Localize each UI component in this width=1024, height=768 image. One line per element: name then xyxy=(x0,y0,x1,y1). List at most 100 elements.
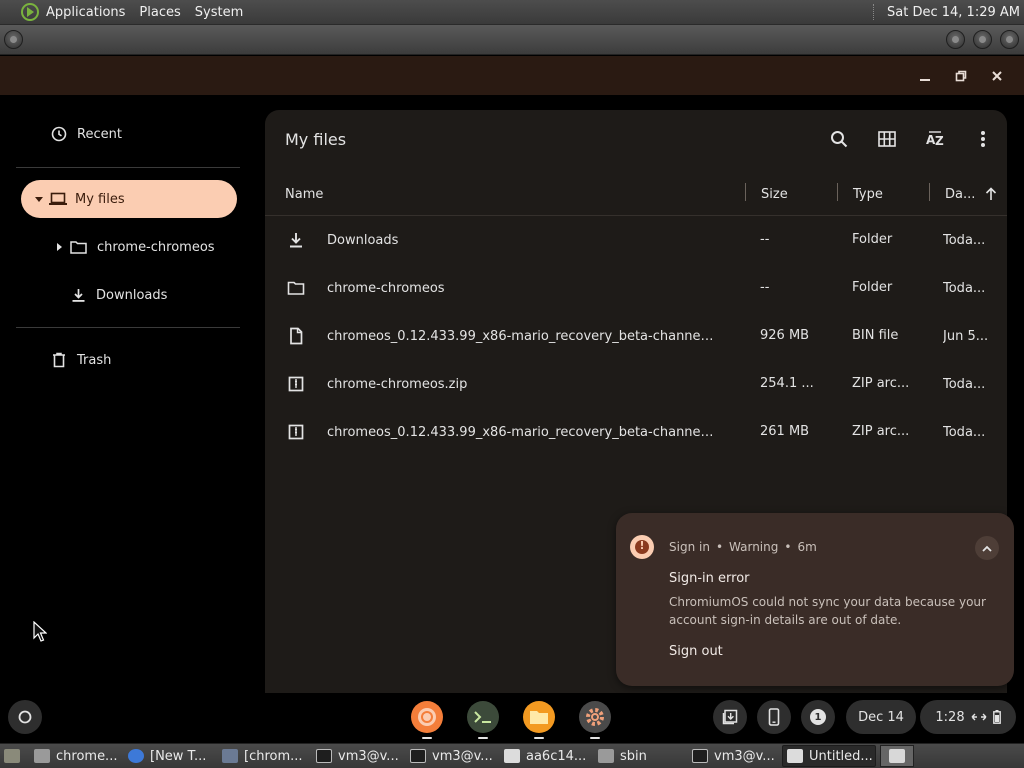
taskbar-item[interactable]: vm3@v... xyxy=(406,745,500,767)
terminal-icon xyxy=(692,749,708,763)
taskbar-item-active[interactable]: Untitled... xyxy=(782,745,876,767)
taskbar-item[interactable]: aa6c14... xyxy=(500,745,594,767)
sidebar-divider xyxy=(16,167,240,168)
app-caption-bar[interactable] xyxy=(0,56,1024,95)
minimize-button[interactable] xyxy=(915,66,935,86)
file-size: 926 MB xyxy=(760,328,810,343)
column-date[interactable]: Da... xyxy=(945,187,975,202)
chevron-up-icon xyxy=(982,545,992,552)
column-resize-handle[interactable] xyxy=(929,183,930,201)
sidebar-item-trash[interactable]: Trash xyxy=(21,341,237,379)
caret-right-icon[interactable] xyxy=(56,243,62,251)
file-date: Jun 5... xyxy=(943,329,989,344)
file-icon xyxy=(290,327,303,345)
file-size: 254.1 ... xyxy=(760,376,814,391)
sidebar-item-recent[interactable]: Recent xyxy=(21,115,237,153)
taskbar-item-label: sbin xyxy=(620,748,647,764)
launcher-circle-icon xyxy=(18,710,32,724)
close-button[interactable] xyxy=(987,66,1007,86)
chromium-icon xyxy=(128,749,144,763)
column-resize-handle[interactable] xyxy=(745,183,746,201)
show-desktop-button[interactable] xyxy=(0,745,30,767)
table-row[interactable]: chrome-chromeos -- Folder Toda... xyxy=(265,265,1007,313)
taskbar-item-label: [New T... xyxy=(150,748,207,764)
taskbar-item-label: vm3@v... xyxy=(338,748,399,764)
taskbar-item[interactable]: vm3@v... xyxy=(688,745,782,767)
restore-button[interactable] xyxy=(951,66,971,86)
collapse-button[interactable] xyxy=(975,536,999,560)
window-menu-button[interactable] xyxy=(4,30,23,49)
outer-window-titlebar[interactable] xyxy=(0,25,1024,55)
column-type[interactable]: Type xyxy=(853,187,883,202)
file-type: BIN file xyxy=(852,328,899,343)
sidebar-item-downloads[interactable]: Downloads xyxy=(21,276,237,314)
grid-view-button[interactable] xyxy=(874,126,900,152)
table-row[interactable]: Downloads -- Folder Toda... xyxy=(265,217,1007,265)
page-title: My files xyxy=(285,130,347,149)
column-size[interactable]: Size xyxy=(761,187,788,202)
notification-bullet: • xyxy=(784,540,792,554)
menu-system[interactable]: System xyxy=(195,5,243,20)
sidebar-item-label: My files xyxy=(75,191,125,207)
search-icon xyxy=(831,131,848,148)
column-resize-handle[interactable] xyxy=(837,183,838,201)
sidebar-item-label: Downloads xyxy=(96,287,168,303)
sidebar-item-chrome-chromeos[interactable]: chrome-chromeos xyxy=(21,228,237,266)
column-name[interactable]: Name xyxy=(285,187,323,202)
launcher-button[interactable] xyxy=(8,700,42,734)
taskbar-item[interactable]: vm3@v... xyxy=(312,745,406,767)
terminal-app-icon[interactable] xyxy=(467,701,499,733)
grid-view-icon xyxy=(878,131,896,147)
outer-maximize-button[interactable] xyxy=(973,30,992,49)
folder-icon xyxy=(598,749,614,763)
taskbar-item[interactable]: [New T... xyxy=(124,745,218,767)
sort-button[interactable]: A Z xyxy=(922,126,948,152)
panel-clock[interactable]: Sat Dec 14, 1:29 AM xyxy=(887,5,1020,20)
notification-bullet: • xyxy=(715,540,724,554)
sort-az-icon: A Z xyxy=(926,131,944,148)
gear-icon xyxy=(586,708,604,726)
file-size: -- xyxy=(760,232,770,247)
taskbar-item-label: vm3@v... xyxy=(432,748,493,764)
menu-applications[interactable]: Applications xyxy=(46,5,125,20)
settings-app-icon[interactable] xyxy=(579,701,611,733)
more-options-button[interactable] xyxy=(970,126,996,152)
holding-space-button[interactable] xyxy=(713,700,747,734)
outer-close-button[interactable] xyxy=(1000,30,1019,49)
desktop-icon xyxy=(4,749,20,763)
clock-icon xyxy=(51,126,67,142)
files-app-icon[interactable] xyxy=(523,701,555,733)
sign-out-button[interactable]: Sign out xyxy=(669,644,723,659)
file-name: chrome-chromeos xyxy=(327,281,445,296)
caret-down-icon[interactable] xyxy=(35,195,43,203)
file-name: Downloads xyxy=(327,233,399,248)
folder-icon xyxy=(70,241,87,254)
taskbar-item[interactable]: [chrom... xyxy=(218,745,312,767)
table-row[interactable]: chrome-chromeos.zip 254.1 ... ZIP arc...… xyxy=(265,361,1007,409)
table-row[interactable]: chromeos_0.12.433.99_x86-mario_recovery_… xyxy=(265,409,1007,457)
search-button[interactable] xyxy=(826,126,852,152)
sort-ascending-icon[interactable] xyxy=(985,187,997,201)
notification-card[interactable]: ! Sign in • Warning • 6m Sign-in error C… xyxy=(616,513,1014,686)
taskbar-item[interactable]: sbin xyxy=(594,745,688,767)
workspace-switcher[interactable] xyxy=(880,745,914,767)
outer-minimize-button[interactable] xyxy=(946,30,965,49)
window-icon xyxy=(222,749,238,763)
menu-places[interactable]: Places xyxy=(139,5,180,20)
phone-hub-button[interactable] xyxy=(757,700,791,734)
notification-meta: Sign in • Warning • 6m xyxy=(669,540,817,554)
terminal-icon xyxy=(410,749,426,763)
folder-icon xyxy=(34,749,50,763)
running-indicator xyxy=(478,737,488,739)
chrome-app-icon[interactable] xyxy=(411,701,443,733)
laptop-icon xyxy=(49,192,67,205)
more-vert-icon xyxy=(981,131,985,147)
date-tray[interactable]: Dec 14 xyxy=(846,700,916,734)
table-row[interactable]: chromeos_0.12.433.99_x86-mario_recovery_… xyxy=(265,313,1007,361)
status-area[interactable]: 1:28 xyxy=(920,700,1016,734)
file-name: chromeos_0.12.433.99_x86-mario_recovery_… xyxy=(327,329,717,344)
sidebar-item-my-files[interactable]: My files xyxy=(21,180,237,218)
taskbar-item[interactable]: chrome... xyxy=(30,745,124,767)
notification-counter-button[interactable]: 1 xyxy=(801,700,835,734)
file-name: chromeos_0.12.433.99_x86-mario_recovery_… xyxy=(327,425,717,440)
